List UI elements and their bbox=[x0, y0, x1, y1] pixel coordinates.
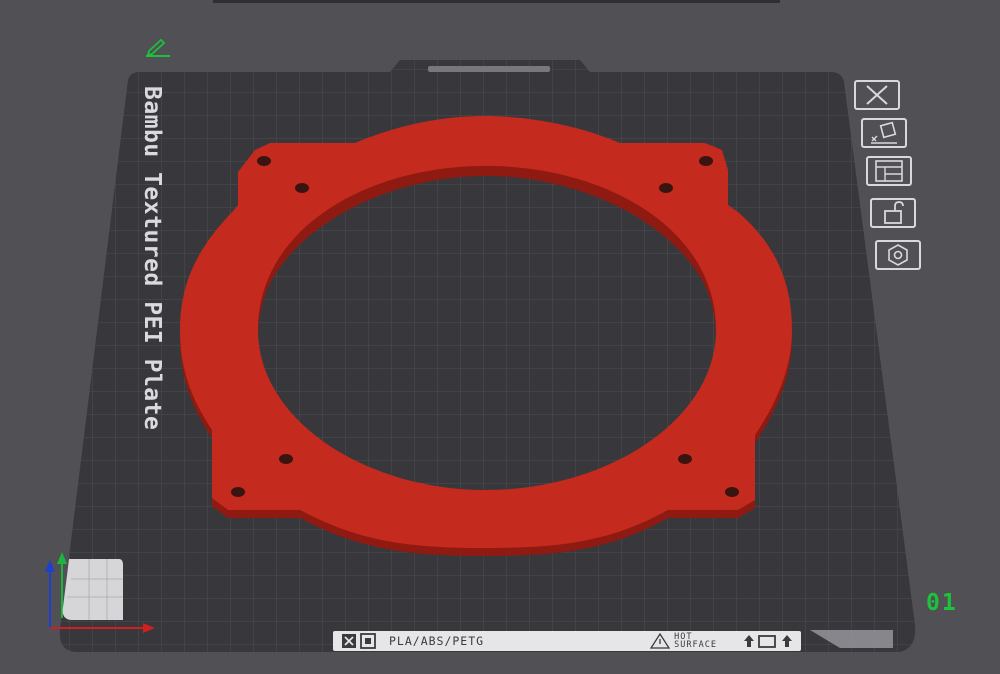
arrange-button[interactable] bbox=[861, 118, 907, 148]
layout-icon bbox=[875, 160, 903, 182]
pencil-icon[interactable] bbox=[144, 36, 172, 58]
plate-logo-icon bbox=[342, 633, 376, 649]
material-label: PLA/ABS/PETG bbox=[389, 634, 485, 648]
close-icon bbox=[866, 85, 888, 105]
close-button[interactable] bbox=[854, 80, 900, 110]
lock-icon bbox=[884, 201, 904, 224]
layout-button[interactable] bbox=[866, 156, 912, 186]
arrange-icon bbox=[871, 121, 897, 144]
plate-number[interactable]: 01 bbox=[926, 590, 958, 616]
settings-icon bbox=[888, 244, 908, 266]
hot-surface-label: HOT SURFACE bbox=[674, 632, 717, 650]
plate-info-bar: PLA/ABS/PETG HOT SURFACE bbox=[333, 631, 801, 651]
warning-icon bbox=[650, 633, 671, 649]
lock-button[interactable] bbox=[870, 198, 916, 228]
plate-thumbnail bbox=[61, 557, 123, 620]
plate-name-label: Bambu Textured PEI Plate bbox=[139, 86, 165, 431]
plate-orientation-icon bbox=[744, 635, 792, 648]
top-strip bbox=[213, 0, 780, 3]
settings-button[interactable] bbox=[875, 240, 921, 270]
